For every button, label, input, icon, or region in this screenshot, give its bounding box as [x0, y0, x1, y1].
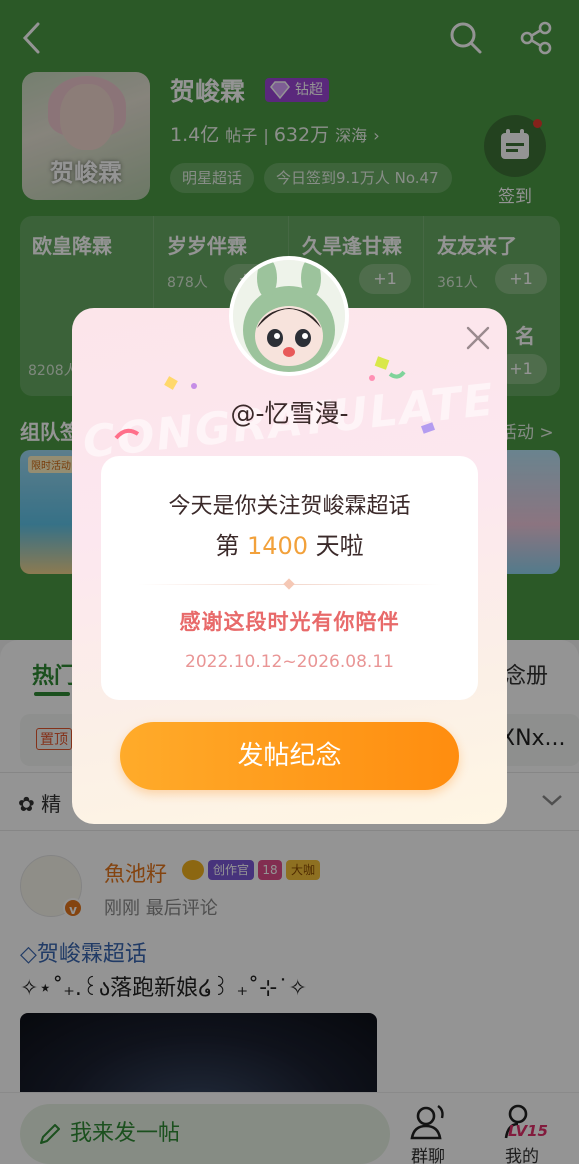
days-message: 第 1400 天啦: [101, 526, 478, 561]
days-count: 1400: [246, 532, 309, 560]
days-suffix: 天啦: [315, 532, 364, 560]
close-icon[interactable]: [464, 324, 492, 352]
modal-username: @-忆雪漫-: [230, 399, 349, 428]
user-avatar: [229, 256, 349, 376]
date-range: 2022.10.12~2026.08.11: [185, 652, 394, 672]
follow-message: 今天是你关注贺峻霖超话: [168, 494, 411, 519]
post-commemorate-button[interactable]: 发帖纪念: [120, 722, 459, 790]
days-prefix: 第: [215, 532, 240, 560]
plush-doll-avatar-icon: [233, 260, 345, 372]
thanks-message: 感谢这段时光有你陪伴: [179, 610, 400, 634]
